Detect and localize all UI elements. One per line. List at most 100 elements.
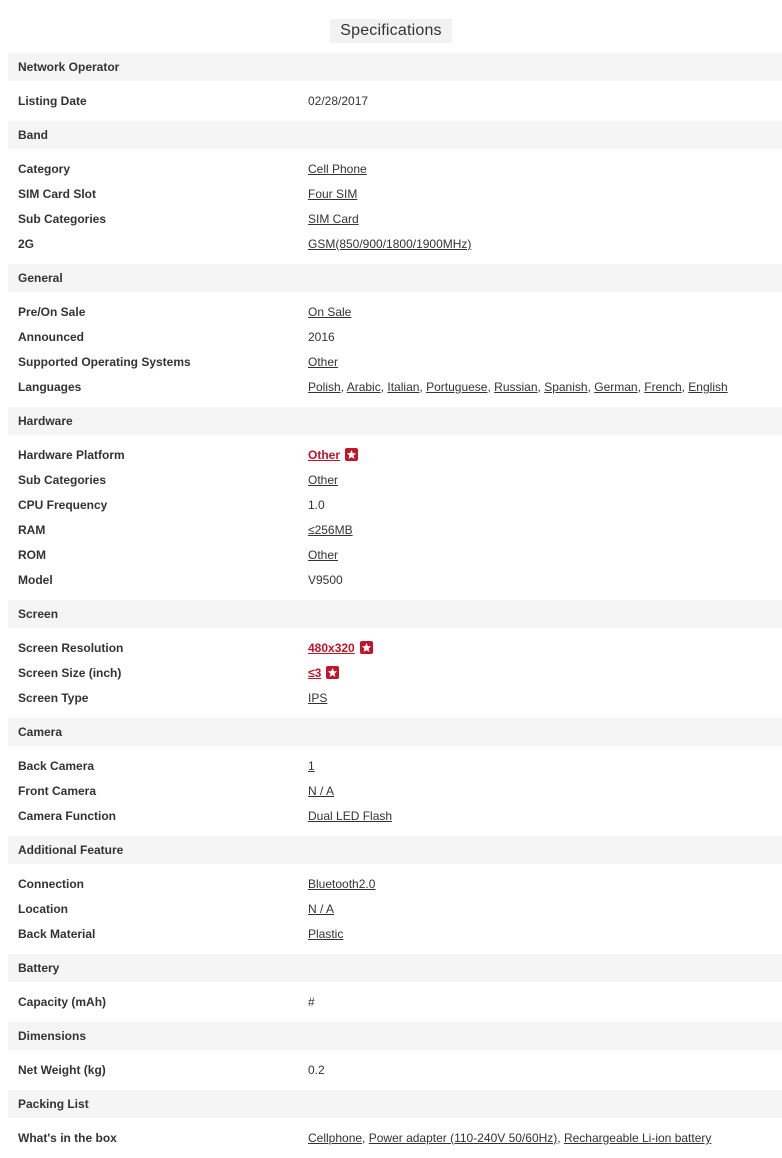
spec-row: Sub Categories SIM Card bbox=[8, 207, 782, 232]
spec-row: Supported Operating Systems Other bbox=[8, 350, 782, 375]
spec-value-link[interactable]: Other bbox=[308, 448, 340, 462]
spec-value-link[interactable]: IPS bbox=[308, 691, 327, 705]
spec-value-link[interactable]: N / A bbox=[308, 784, 334, 798]
spec-value-link[interactable]: ≤3 bbox=[308, 666, 321, 680]
spec-value-link[interactable]: ≤256MB bbox=[308, 523, 353, 537]
spec-value-link[interactable]: Cellphone bbox=[308, 1131, 362, 1145]
value-separator: , bbox=[557, 1131, 564, 1145]
spec-key: Pre/On Sale bbox=[18, 305, 86, 319]
spec-section-hardware: Hardware Hardware Platform Other Sub Catego… bbox=[8, 407, 782, 600]
spec-section-network-operator: Network Operator Listing Date 02/28/2017 bbox=[8, 53, 782, 121]
spec-value: 0.2 bbox=[308, 1058, 325, 1083]
spec-key: ROM bbox=[18, 548, 46, 562]
section-header: Camera bbox=[8, 718, 782, 746]
section-header: Network Operator bbox=[8, 53, 782, 81]
spec-value: Other bbox=[308, 468, 338, 493]
spec-row: SIM Card Slot Four SIM bbox=[8, 182, 782, 207]
spec-key: Supported Operating Systems bbox=[18, 355, 191, 369]
spec-row: Hardware Platform Other bbox=[8, 443, 782, 468]
spec-section-dimensions: Dimensions Net Weight (kg) 0.2 bbox=[8, 1022, 782, 1090]
spec-value-text: V9500 bbox=[308, 573, 343, 587]
spec-value-link[interactable]: Arabic bbox=[347, 380, 381, 394]
spec-value-link[interactable]: 480x320 bbox=[308, 641, 355, 655]
spec-row: Announced 2016 bbox=[8, 325, 782, 350]
spec-row: What's in the box Cellphone, Power adapte… bbox=[8, 1126, 782, 1151]
section-rows: Back Camera 1 Front Camera N / A Camera Func… bbox=[8, 746, 782, 836]
spec-row: Category Cell Phone bbox=[8, 157, 782, 182]
section-header: General bbox=[8, 264, 782, 292]
spec-row: Pre/On Sale On Sale bbox=[8, 300, 782, 325]
spec-key: Model bbox=[18, 573, 53, 587]
spec-key: 2G bbox=[18, 237, 35, 251]
spec-value-link[interactable]: GSM(850/900/1800/1900MHz) bbox=[308, 237, 471, 251]
spec-value-link[interactable]: SIM Card bbox=[308, 212, 359, 226]
spec-value-link[interactable]: Cell Phone bbox=[308, 162, 367, 176]
spec-value-link[interactable]: Rechargeable Li-ion battery bbox=[564, 1131, 711, 1145]
title-wrap: Specifications bbox=[0, 19, 782, 43]
spec-value-link[interactable]: German bbox=[594, 380, 637, 394]
spec-value-link[interactable]: Power adapter (110-240V 50/60Hz) bbox=[369, 1131, 558, 1145]
spec-value-link[interactable]: Dual LED Flash bbox=[308, 809, 392, 823]
spec-row: Back Camera 1 bbox=[8, 754, 782, 779]
spec-value-link[interactable]: On Sale bbox=[308, 305, 351, 319]
value-separator: , bbox=[362, 1131, 369, 1145]
spec-value: 02/28/2017 bbox=[308, 89, 368, 114]
spec-section-battery: Battery Capacity (mAh) # bbox=[8, 954, 782, 1022]
spec-value-link[interactable]: Other bbox=[308, 548, 338, 562]
spec-value-link[interactable]: Russian bbox=[494, 380, 537, 394]
spec-value-link[interactable]: Other bbox=[308, 355, 338, 369]
spec-key: Sub Categories bbox=[18, 473, 107, 487]
spec-value: GSM(850/900/1800/1900MHz) bbox=[308, 232, 471, 257]
spec-key: Front Camera bbox=[18, 784, 97, 798]
spec-section-band: Band Category Cell Phone SIM Card Slot Four … bbox=[8, 121, 782, 264]
spec-value: 1.0 bbox=[308, 493, 325, 518]
spec-value: # bbox=[308, 990, 315, 1015]
spec-value: Other bbox=[308, 543, 338, 568]
spec-key: RAM bbox=[18, 523, 46, 537]
spec-value-link[interactable]: Plastic bbox=[308, 927, 343, 941]
spec-value-text: 0.2 bbox=[308, 1063, 325, 1077]
section-rows: Pre/On Sale On Sale Announced 2016 Supported… bbox=[8, 292, 782, 407]
spec-key: Connection bbox=[18, 877, 84, 891]
spec-value: V9500 bbox=[308, 568, 343, 593]
spec-table: Network Operator Listing Date 02/28/2017 Ba… bbox=[8, 53, 782, 1158]
spec-section-screen: Screen Screen Resolution 480x320 Screen Siz… bbox=[8, 600, 782, 718]
spec-value-link[interactable]: Spanish bbox=[544, 380, 587, 394]
spec-row: Camera Function Dual LED Flash bbox=[8, 804, 782, 829]
spec-value-link[interactable]: English bbox=[688, 380, 727, 394]
spec-row: Screen Type IPS bbox=[8, 686, 782, 711]
section-header: Band bbox=[8, 121, 782, 149]
spec-value: Other bbox=[308, 350, 338, 375]
spec-value-link[interactable]: Portuguese bbox=[426, 380, 487, 394]
spec-value-link[interactable]: 1 bbox=[308, 759, 315, 773]
spec-value: Four SIM bbox=[308, 182, 357, 207]
spec-value: 2016 bbox=[308, 325, 335, 350]
spec-section-packing-list: Packing List What's in the box Cellphone, … bbox=[8, 1090, 782, 1158]
spec-value: N / A bbox=[308, 779, 334, 804]
spec-value: Cell Phone bbox=[308, 157, 367, 182]
spec-value-link[interactable]: N / A bbox=[308, 902, 334, 916]
spec-key: Location bbox=[18, 902, 68, 916]
section-header: Screen bbox=[8, 600, 782, 628]
spec-key: Net Weight (kg) bbox=[18, 1063, 106, 1077]
spec-value-link[interactable]: Italian bbox=[387, 380, 419, 394]
spec-value-link[interactable]: Polish bbox=[308, 380, 341, 394]
spec-value-link[interactable]: French bbox=[644, 380, 681, 394]
spec-section-additional-feature: Additional Feature Connection Bluetooth2.0… bbox=[8, 836, 782, 954]
section-header: Hardware bbox=[8, 407, 782, 435]
section-header: Additional Feature bbox=[8, 836, 782, 864]
section-rows: Listing Date 02/28/2017 bbox=[8, 81, 782, 121]
spec-value-link[interactable]: Other bbox=[308, 473, 338, 487]
spec-value-link[interactable]: Four SIM bbox=[308, 187, 357, 201]
spec-row: Sub Categories Other bbox=[8, 468, 782, 493]
spec-value-link[interactable]: Bluetooth2.0 bbox=[308, 877, 375, 891]
red-star-badge-icon bbox=[359, 641, 373, 654]
spec-key: Languages bbox=[18, 380, 82, 394]
spec-value-text: # bbox=[308, 995, 315, 1009]
spec-value: ≤256MB bbox=[308, 518, 353, 543]
spec-row: Capacity (mAh) # bbox=[8, 990, 782, 1015]
spec-value: N / A bbox=[308, 897, 334, 922]
spec-row: CPU Frequency 1.0 bbox=[8, 493, 782, 518]
section-rows: Hardware Platform Other Sub Categories Othe… bbox=[8, 435, 782, 600]
spec-key: Screen Resolution bbox=[18, 641, 124, 655]
